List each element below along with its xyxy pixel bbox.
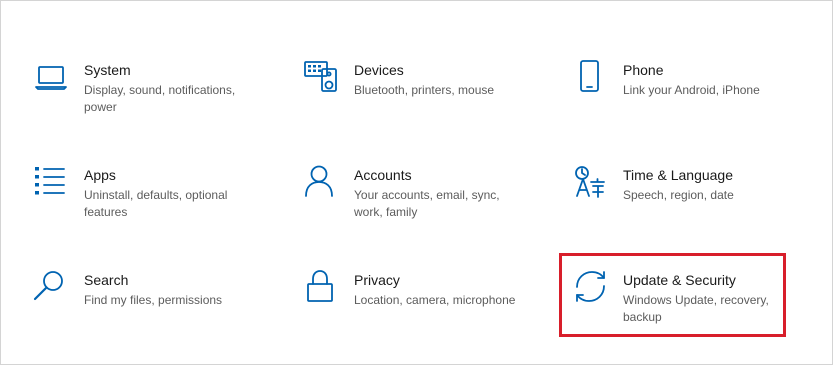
lock-icon xyxy=(304,270,340,307)
tile-description: Display, sound, notifications, power xyxy=(84,83,236,114)
settings-home-grid: System Display, sound, notifications, po… xyxy=(0,0,833,365)
tile-description: Speech, region, date xyxy=(623,188,734,202)
tile-title: System xyxy=(84,62,131,78)
tile-search[interactable]: Search Find my files, permissions xyxy=(33,271,274,351)
tile-description: Find my files, permissions xyxy=(84,293,223,307)
tile-phone[interactable]: Phone Link your Android, iPhone xyxy=(573,60,813,141)
tile-privacy[interactable]: Privacy Location, camera, microphone xyxy=(304,270,544,351)
sync-icon xyxy=(573,271,609,307)
tile-title: Accounts xyxy=(354,167,412,183)
tile-title: Devices xyxy=(354,62,404,78)
tile-description: Bluetooth, printers, mouse xyxy=(354,83,495,97)
tile-title: Apps xyxy=(84,167,116,183)
tile-title: Update & Security xyxy=(623,272,736,288)
tile-system[interactable]: System Display, sound, notifications, po… xyxy=(34,61,274,141)
tile-description: Location, camera, microphone xyxy=(354,293,516,307)
tile-description: Windows Update, recovery, backup xyxy=(623,293,769,324)
search-icon xyxy=(33,271,70,307)
tile-title: Privacy xyxy=(354,272,400,288)
tile-apps[interactable]: Apps Uninstall, defaults, optional featu… xyxy=(34,166,274,246)
tile-description: Your accounts, email, sync, work, family xyxy=(354,188,500,219)
tile-devices[interactable]: Devices Bluetooth, printers, mouse xyxy=(304,61,544,141)
person-icon xyxy=(304,165,340,202)
laptop-icon xyxy=(34,61,70,97)
tile-accounts[interactable]: Accounts Your accounts, email, sync, wor… xyxy=(304,165,544,246)
phone-icon xyxy=(573,60,609,97)
tile-description: Link your Android, iPhone xyxy=(623,83,760,97)
tile-time-language[interactable]: Time & Language Speech, region, date xyxy=(573,166,813,246)
keyboard-speaker-icon xyxy=(304,61,340,97)
tile-update-security[interactable]: Update & Security Windows Update, recove… xyxy=(573,271,813,351)
language-icon xyxy=(573,166,609,202)
tile-description: Uninstall, defaults, optional features xyxy=(84,188,228,219)
tile-title: Phone xyxy=(623,62,664,78)
list-icon xyxy=(34,166,70,202)
tile-title: Time & Language xyxy=(623,167,733,183)
tile-title: Search xyxy=(84,272,129,288)
